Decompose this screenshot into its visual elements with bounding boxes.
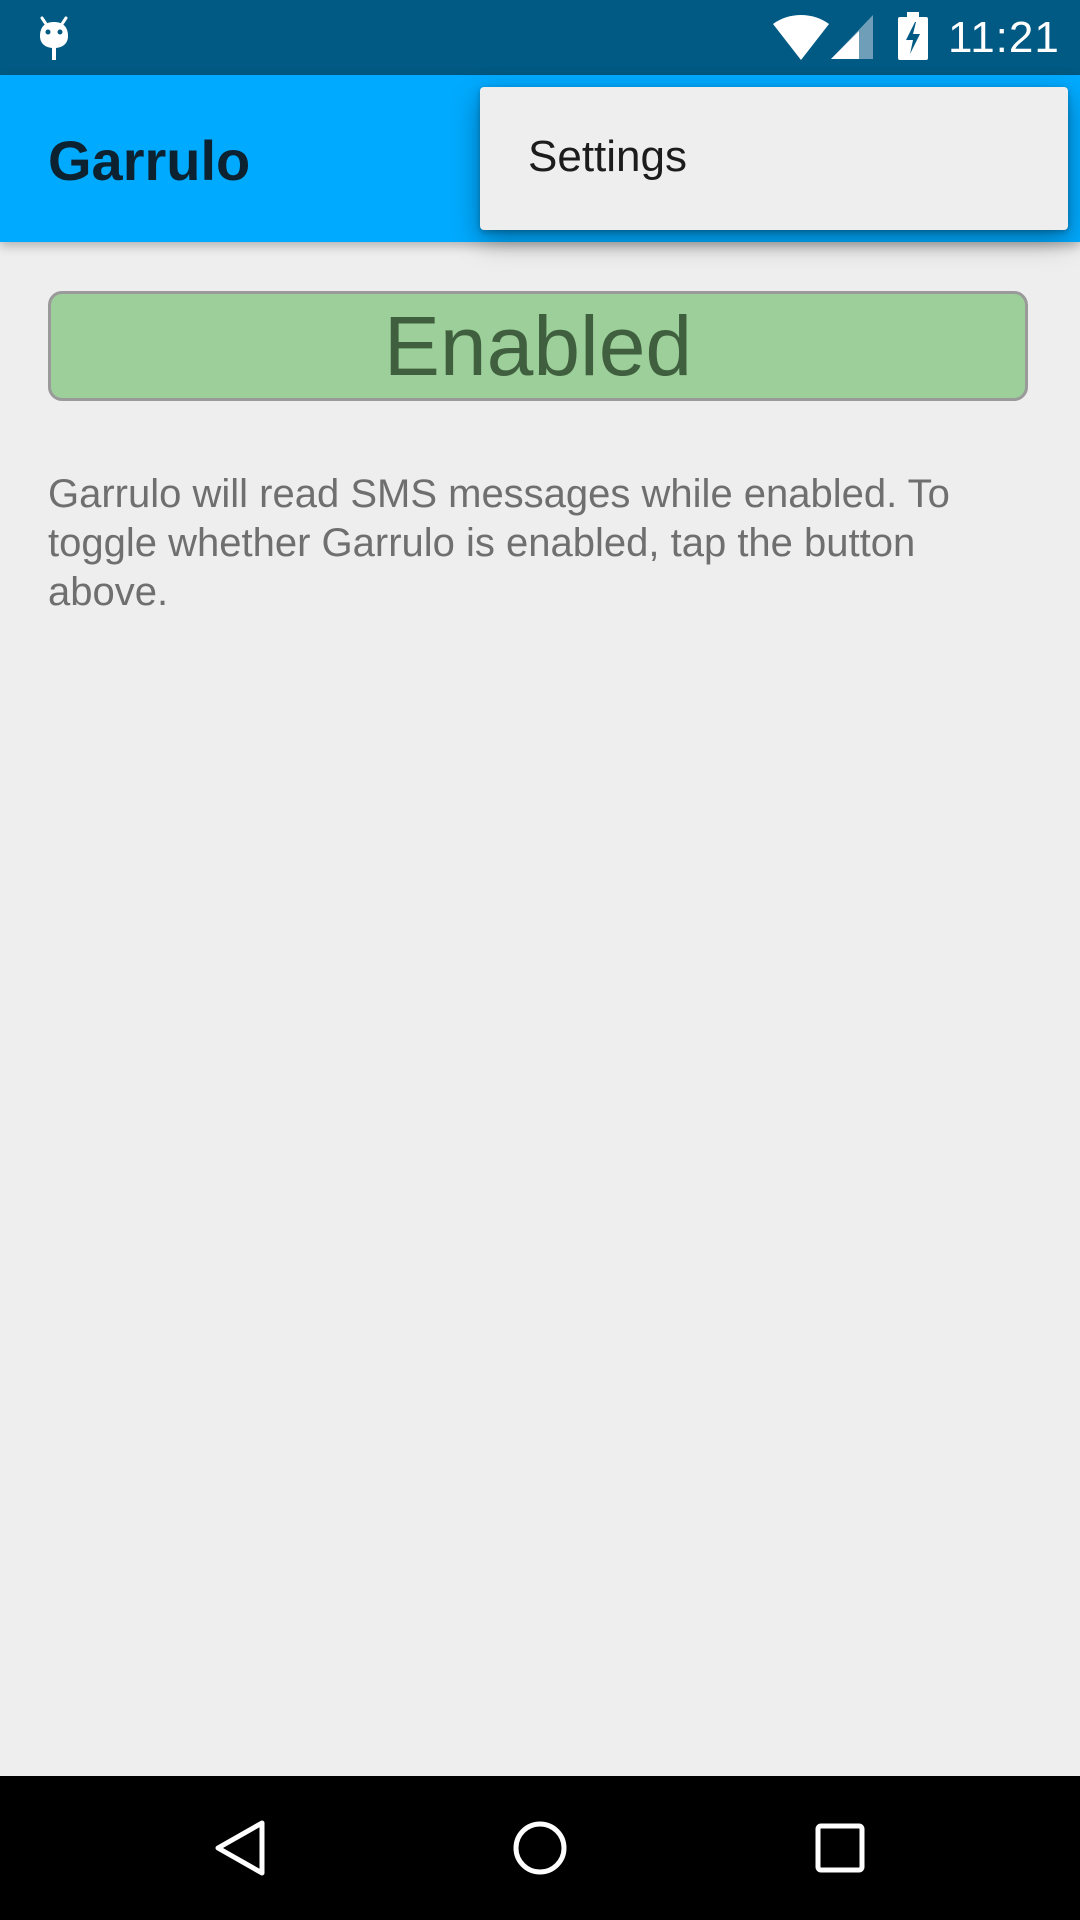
android-debug-icon: [40, 16, 68, 60]
status-bar: 11:21: [0, 0, 1080, 75]
recents-button[interactable]: [740, 1776, 940, 1920]
screen: 11:21 Garrulo Settings Enabled Garrulo w…: [0, 0, 1080, 1920]
toggle-label: Enabled: [383, 299, 693, 393]
home-button[interactable]: [440, 1776, 640, 1920]
navigation-bar: [0, 1776, 1080, 1920]
menu-item-label: Settings: [528, 132, 687, 181]
back-icon: [215, 1820, 265, 1876]
app-title: Garrulo: [48, 129, 251, 192]
recents-icon: [815, 1823, 865, 1873]
overflow-menu: Settings: [480, 87, 1068, 230]
wifi-icon: [773, 15, 829, 60]
battery-charging-icon: [898, 12, 928, 60]
status-clock: 11:21: [948, 13, 1060, 62]
enable-toggle-button[interactable]: Enabled: [48, 291, 1028, 401]
description-text: Garrulo will read SMS messages while ena…: [48, 472, 950, 614]
home-icon: [513, 1821, 567, 1875]
menu-item-settings[interactable]: Settings: [480, 87, 1068, 230]
back-button[interactable]: [140, 1776, 340, 1920]
cell-signal-icon: [831, 15, 873, 59]
